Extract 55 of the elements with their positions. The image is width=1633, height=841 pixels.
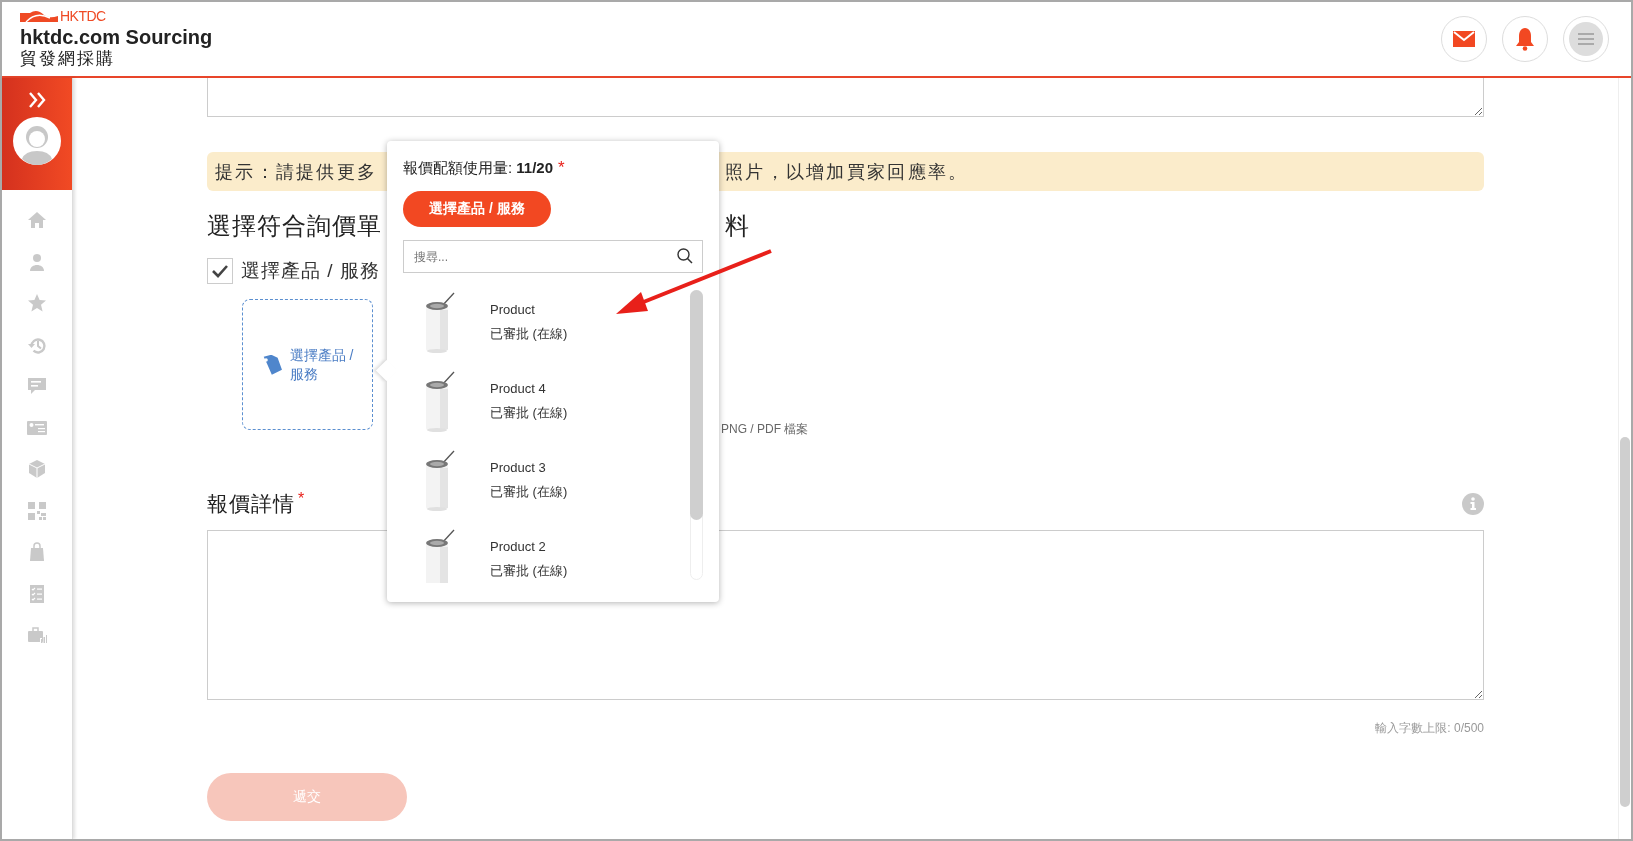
logo-icon — [20, 10, 58, 22]
select-product-button[interactable]: 選擇產品 / 服務 — [403, 191, 551, 227]
details-label: 報價詳情* — [207, 490, 306, 517]
product-status: 已審批 (在線) — [490, 562, 568, 580]
bell-icon — [1515, 27, 1535, 51]
avatar-icon[interactable] — [13, 117, 61, 165]
site-subtitle: 貿發網採購 — [20, 48, 116, 70]
cube-icon[interactable] — [27, 459, 47, 479]
person-icon[interactable] — [27, 251, 47, 272]
file-hint: PNG / PDF 檔案 — [721, 421, 809, 438]
info-icon[interactable] — [1462, 493, 1484, 515]
picker-label: 選擇產品 / 服務 — [289, 345, 355, 384]
mail-button[interactable] — [1441, 16, 1487, 62]
qr-code-icon[interactable] — [27, 500, 47, 521]
site-title: hktdc.com Sourcing — [20, 26, 213, 48]
required-asterisk: * — [558, 159, 565, 177]
product-name: Product 2 — [490, 539, 547, 554]
product-status: 已審批 (在線) — [490, 325, 568, 343]
product-name: Product 3 — [490, 460, 547, 475]
text-area-field[interactable] — [207, 78, 1484, 117]
menu-icon — [1578, 33, 1594, 45]
character-counter: 輸入字數上限: 0/500 — [1375, 720, 1484, 737]
checklist-icon[interactable] — [27, 583, 47, 604]
tip-text: 照片，以增加買家回應率。 — [725, 160, 969, 184]
star-icon[interactable] — [27, 293, 47, 313]
product-item[interactable]: Product 已審批 (在線) — [403, 283, 703, 362]
product-item[interactable]: Product 3 已審批 (在線) — [403, 441, 703, 520]
checkbox[interactable] — [207, 258, 233, 284]
product-item[interactable]: Product 2 已審批 (在線) — [403, 520, 703, 583]
search-icon[interactable] — [677, 248, 693, 264]
section-heading: 料 — [725, 210, 750, 241]
section-heading: 選擇符合詢價單 — [207, 211, 382, 239]
briefcase-icon[interactable] — [27, 625, 47, 645]
scrollbar[interactable] — [690, 290, 703, 520]
mail-icon — [1453, 31, 1475, 47]
quota-text: 報價配額使用量: 11/20 — [403, 159, 554, 177]
tip-text: 提示：請提供更多 — [215, 161, 378, 182]
product-status: 已審批 (在線) — [490, 404, 568, 422]
chat-icon[interactable] — [27, 376, 47, 396]
notification-button[interactable] — [1502, 16, 1548, 62]
scrollbar[interactable] — [1620, 437, 1630, 807]
bag-icon[interactable] — [27, 542, 47, 562]
product-item[interactable]: Product 4 已審批 (在線) — [403, 362, 703, 441]
checkbox-label[interactable]: 選擇產品 / 服務 — [241, 258, 380, 284]
menu-button[interactable] — [1563, 16, 1609, 62]
search-field[interactable]: 搜尋... — [403, 240, 703, 273]
product-picker-card[interactable]: 選擇產品 / 服務 — [242, 299, 373, 430]
required-asterisk: * — [298, 490, 306, 507]
logo-text: HKTDC — [60, 8, 106, 24]
double-chevron-icon[interactable] — [28, 92, 46, 108]
product-name: Product — [490, 302, 536, 317]
home-icon[interactable] — [27, 210, 47, 230]
product-name: Product 4 — [490, 381, 547, 396]
product-status: 已審批 (在線) — [490, 483, 568, 501]
checkmark-icon — [211, 264, 229, 278]
